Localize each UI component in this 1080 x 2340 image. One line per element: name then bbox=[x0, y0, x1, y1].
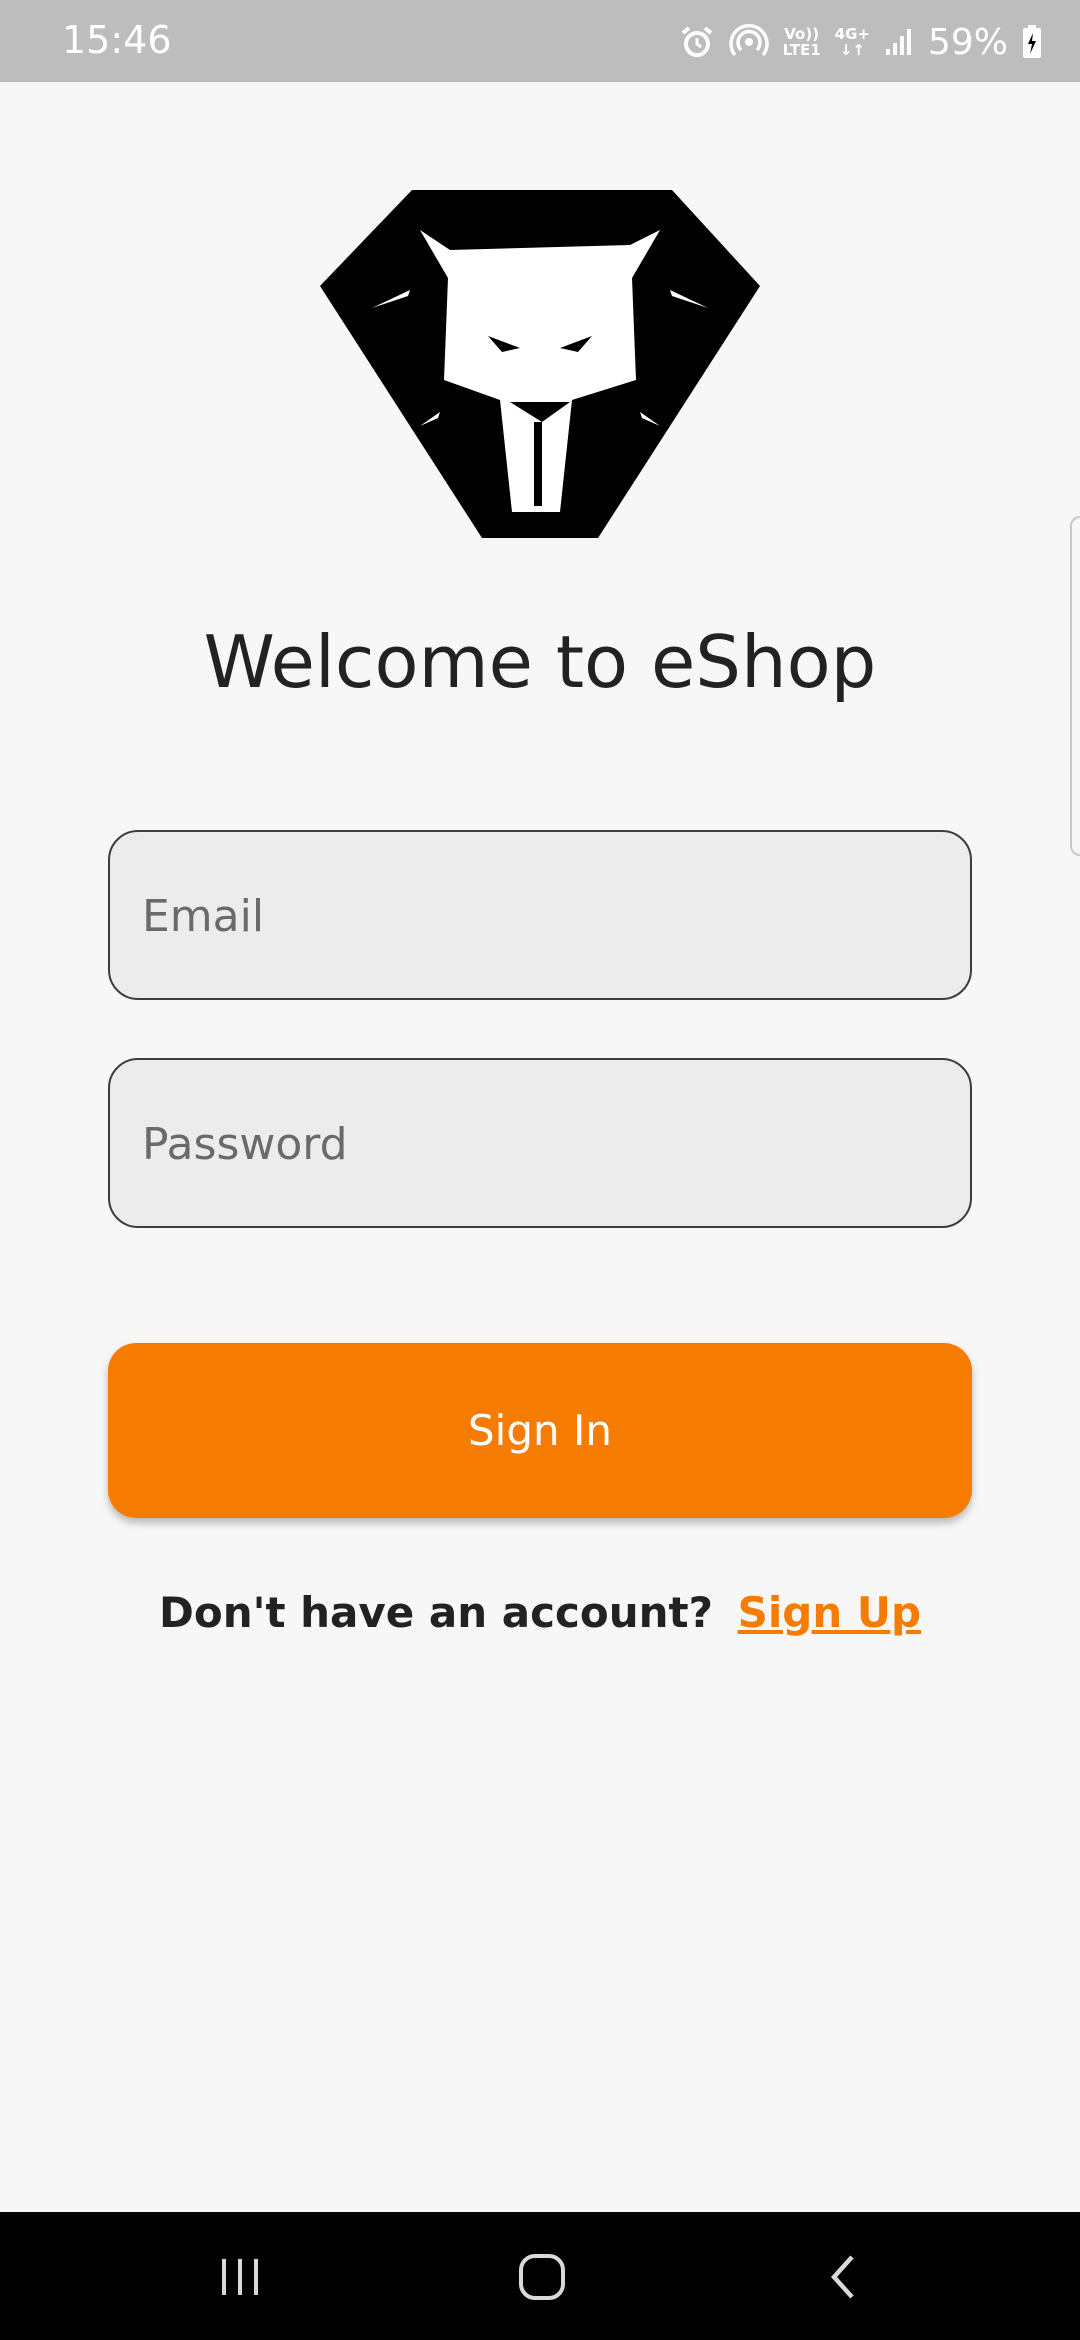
status-time: 15:46 bbox=[62, 18, 172, 62]
back-icon bbox=[830, 2255, 854, 2299]
data-arrows-icon: 4G+ ↓↑ bbox=[834, 25, 870, 59]
home-icon bbox=[519, 2254, 565, 2300]
home-button[interactable] bbox=[502, 2242, 582, 2312]
hotspot-icon bbox=[728, 24, 769, 57]
signup-row: Don't have an account? Sign Up bbox=[0, 1588, 1080, 1637]
email-input[interactable] bbox=[140, 832, 944, 1000]
sign-up-link[interactable]: Sign Up bbox=[738, 1588, 921, 1637]
welcome-title: Welcome to eShop bbox=[203, 620, 877, 704]
battery-icon bbox=[1023, 25, 1041, 58]
password-input[interactable] bbox=[140, 1060, 944, 1228]
sign-in-button[interactable]: Sign In bbox=[108, 1343, 972, 1518]
login-screen: 15:46 Vo)) LTE1 4G+ ↓↑ 59% Welcome to eS… bbox=[0, 0, 1080, 2340]
volte-icon: Vo)) LTE1 bbox=[783, 26, 821, 58]
email-field[interactable] bbox=[108, 830, 972, 1000]
signal-icon bbox=[885, 29, 911, 55]
alarm-icon bbox=[681, 26, 712, 57]
recents-button[interactable] bbox=[200, 2242, 280, 2312]
lion-logo bbox=[320, 190, 760, 538]
back-button[interactable] bbox=[804, 2242, 884, 2312]
password-field[interactable] bbox=[108, 1058, 972, 1228]
status-icons: Vo)) LTE1 4G+ ↓↑ 59% bbox=[679, 14, 1042, 70]
network-bottom: LTE1 bbox=[782, 41, 821, 59]
navigation-bar bbox=[0, 2212, 1080, 2340]
signup-prompt: Don't have an account? bbox=[158, 1588, 713, 1637]
recents-icon bbox=[222, 2259, 258, 2295]
data-type: 4G+ bbox=[834, 25, 870, 43]
network-top: Vo)) bbox=[784, 25, 820, 43]
battery-percent: 59% bbox=[927, 21, 1008, 63]
status-bar: 15:46 Vo)) LTE1 4G+ ↓↑ 59% bbox=[0, 0, 1080, 82]
